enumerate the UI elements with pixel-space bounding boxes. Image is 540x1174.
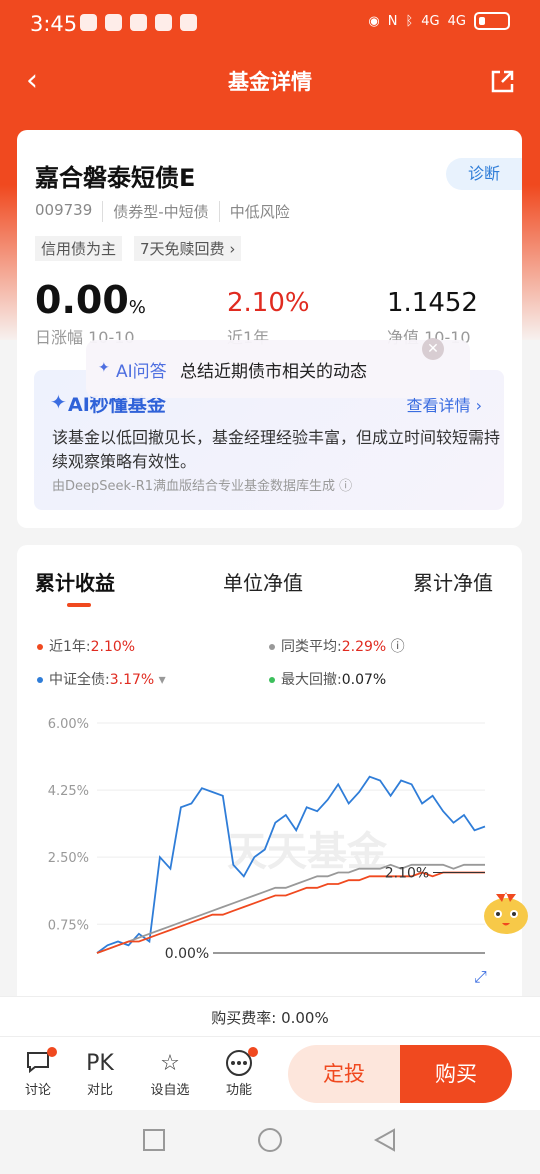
system-nav-bar [0,1110,540,1170]
value-annotation: 2.10% [385,866,429,882]
y-tick-label: 0.75% [48,918,89,933]
legend-item-benchmark[interactable]: 中证全债:3.17% ▾ [37,669,166,689]
fund-tag: 信用债为主 [35,236,123,261]
ai-qa-question[interactable]: 总结近期债市相关的动态 [180,357,367,382]
chart-watermark: 天天基金 [227,828,388,875]
notification-badge [248,1047,258,1057]
diagnose-button[interactable]: 诊断 [446,158,522,190]
add-watchlist-button[interactable]: ☆ 设自选 [145,1049,195,1098]
pk-icon: PK [86,1051,114,1076]
fund-code: 009739 [35,201,93,219]
star-icon: ☆ [160,1051,180,1076]
app-notification-icon [180,14,197,31]
value-annotation: 0.00% [165,946,209,962]
recent-apps-icon[interactable] [143,1129,165,1151]
nfc-icon: N [387,13,398,29]
tab-cumulative-nav[interactable]: 累计净值 [413,567,493,596]
sparkle-icon: ✦ [98,360,110,376]
daily-change-value: 0.00% [35,278,146,322]
series-line-近1年 [96,871,485,954]
legend-item-max-drawdown: 最大回撤:0.07% [269,669,386,689]
notification-icons [80,14,197,31]
page-title: 基金详情 [228,70,312,94]
return-chart[interactable]: 6.00% 4.25% 2.50% 0.75% 天天基金2.10% 0.00% [17,705,522,1005]
fund-risk: 中低风险 [218,201,300,222]
chart-card: 累计收益 单位净值 累计净值 近1年:2.10% 同类平均:2.29% ⓘ 中证… [17,545,522,1005]
purchase-fee: 购买费率: 0.00% [0,996,540,1036]
more-icon [214,1047,264,1079]
expand-icon[interactable]: ⤢ [474,967,496,989]
nav-bar: ‹ 基金详情 [0,52,540,112]
fund-tag-redeem[interactable]: 7天免赎回费 › [134,236,242,261]
system-icons: ◉ N ᛒ 4G 4G [368,12,510,30]
sparkle-icon: ✦ [50,390,67,414]
legend-dot [269,677,275,683]
tab-unit-nav[interactable]: 单位净值 [223,567,303,596]
buy-button[interactable]: 购买 [400,1045,512,1103]
ai-summary-text: 该基金以低回撤见长，基金经理经验丰富，但成立时间较短需持续观察策略有效性。 [52,428,501,471]
app-notification-icon [105,14,122,31]
fund-meta: 009739 债券型-中短债 中低风险 [35,201,300,222]
daily-change-stat: 0.00% 日涨幅 10-10 [35,278,146,348]
ai-summary-source: 由DeepSeek-R1满血版结合专业基金数据库生成 ⓘ [52,479,353,494]
battery-icon [474,12,510,30]
app-notification-icon [155,14,172,31]
legend-dot [37,644,43,650]
app-notification-icon [80,14,97,31]
legend-dot [269,644,275,650]
tab-underline [67,603,91,607]
fund-summary-card: 嘉合磐泰短债E 诊断 009739 债券型-中短债 中低风险 信用债为主 7天免… [17,130,522,528]
app-notification-icon [130,14,147,31]
fund-tags: 信用债为主 7天免赎回费 › [35,236,242,261]
nav-value: 1.1452 [387,288,478,318]
y-tick-label: 4.25% [48,784,89,799]
share-icon[interactable] [488,68,516,96]
home-icon[interactable] [258,1128,282,1152]
fund-name: 嘉合磐泰短债E [35,164,196,192]
fund-type: 债券型-中短债 [102,201,218,222]
ai-qa-label: AI问答 [116,362,167,382]
notification-badge [47,1047,57,1057]
signal-4g-icon: 4G [421,13,440,29]
ai-qa-popup[interactable]: ✦ AI问答 总结近期债市相关的动态 ✕ [86,338,470,398]
bottom-action-bar: 讨论 PK 对比 ☆ 设自选 功能 定投 购买 [0,1036,540,1110]
status-bar: 3:45 ◉ N ᛒ 4G 4G [0,0,540,52]
chat-icon [13,1047,63,1079]
legend-item-peer-average: 同类平均:2.29% ⓘ [269,636,405,656]
tab-cumulative-return[interactable]: 累计收益 [35,567,115,607]
info-icon[interactable]: ⓘ [391,639,405,655]
fixed-investment-button[interactable]: 定投 [288,1045,400,1103]
functions-button[interactable]: 功能 [214,1047,264,1098]
y-tick-label: 2.50% [48,851,89,866]
bluetooth-icon: ᛒ [405,13,414,29]
legend-item-year: 近1年:2.10% [37,636,135,656]
chevron-down-icon[interactable]: ▾ [159,672,166,688]
legend-dot [37,677,43,683]
back-nav-icon[interactable] [373,1128,395,1152]
year-return-stat: 2.10% 近1年 [227,288,310,348]
status-time: 3:45 [30,12,78,36]
signal-4g-icon-2: 4G [447,13,466,29]
discuss-button[interactable]: 讨论 [13,1047,63,1098]
year-return-value: 2.10% [227,288,310,318]
eye-icon: ◉ [368,13,380,29]
close-icon[interactable]: ✕ [422,338,444,360]
compare-button[interactable]: PK 对比 [75,1049,125,1098]
chart-tabs: 累计收益 单位净值 累计净值 [17,567,522,607]
mascot-icon[interactable] [478,880,534,940]
y-tick-label: 6.00% [48,717,89,732]
